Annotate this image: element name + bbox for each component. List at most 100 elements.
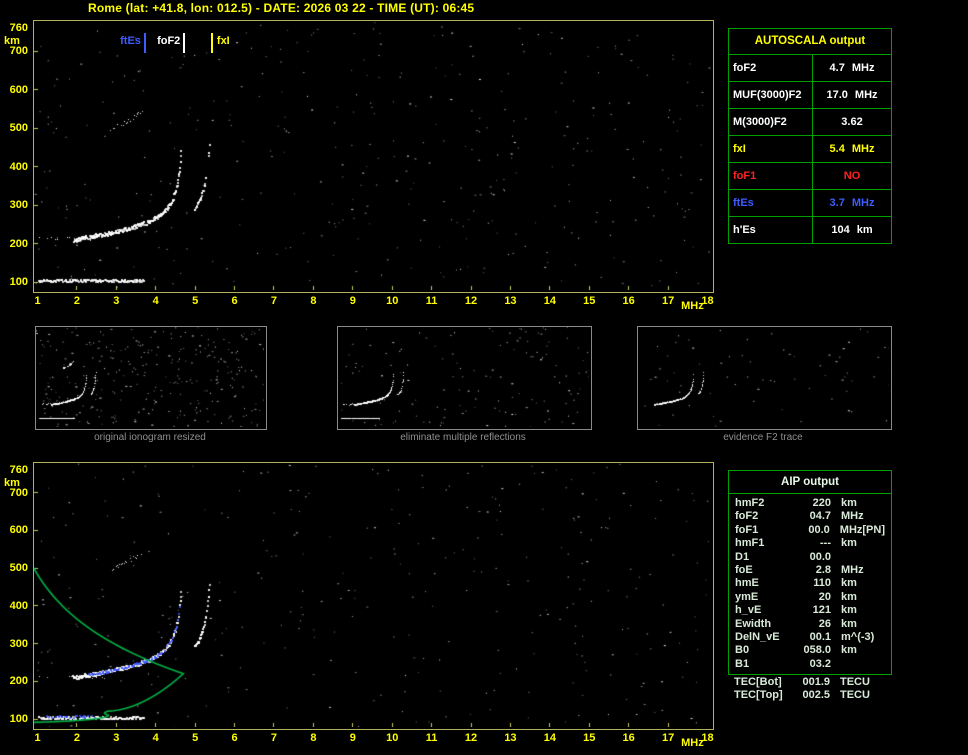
ftes-marker-line <box>144 33 146 53</box>
x-axis-label: 1 <box>27 732 49 744</box>
aip-row: hmF1---km <box>729 537 891 550</box>
aip-row: DelN_vE00.1m^(-3) <box>729 631 891 644</box>
x-axis-label: 12 <box>460 295 482 307</box>
aip-param: Ewidth <box>735 618 795 631</box>
aip-param: foF1 <box>735 524 794 537</box>
y-axis-label: 760 <box>2 464 28 476</box>
x-axis-label: 16 <box>618 295 640 307</box>
aip-unit: km <box>841 604 857 617</box>
autoscala-row: fxI5.4MHz <box>729 136 891 163</box>
y-axis-label: 760 <box>2 22 28 34</box>
x-axis-label: 7 <box>263 295 285 307</box>
aip-row: Ewidth26km <box>729 618 891 631</box>
y-axis-label: 200 <box>2 675 28 687</box>
autoscala-value-unit: MHz <box>852 55 875 81</box>
autoscala-param: fxI <box>729 136 813 162</box>
fxi-marker-label: fxI <box>217 35 230 47</box>
x-axis-label: 14 <box>539 732 561 744</box>
aip-row: h_vE121 km <box>729 604 891 617</box>
x-axis-label: 17 <box>657 732 679 744</box>
autoscala-value: 104km <box>813 217 891 243</box>
aip-value: 220 <box>795 497 831 510</box>
top-ionogram-plot <box>33 20 714 293</box>
aip-unit: MHz <box>841 564 864 577</box>
autoscala-value-number: 3.7 <box>830 190 845 216</box>
aip-param: hmF2 <box>735 497 795 510</box>
autoscala-rows: foF24.7MHzMUF(3000)F217.0MHzM(3000)F23.6… <box>729 55 891 243</box>
aip-value: 26 <box>795 618 831 631</box>
autoscala-param: foF2 <box>729 55 813 81</box>
thumbnail-f2-trace-canvas <box>638 327 889 427</box>
autoscala-value: 3.7 MHz <box>813 190 891 216</box>
aip-row: foF204.7MHz <box>729 510 891 523</box>
y-axis-label: 400 <box>2 161 28 173</box>
aip-unit: TECU <box>840 689 870 702</box>
x-axis-label: 14 <box>539 295 561 307</box>
autoscala-row: h'Es104km <box>729 217 891 243</box>
aip-param: B0 <box>735 644 795 657</box>
aip-value: 04.7 <box>795 510 831 523</box>
autoscala-value-number: 17.0 <box>826 82 847 108</box>
aip-unit: km <box>841 537 857 550</box>
x-axis-label: 10 <box>381 732 403 744</box>
x-axis-label: 7 <box>263 732 285 744</box>
x-axis-label: 15 <box>578 295 600 307</box>
thumbnail-f2-trace <box>637 326 892 430</box>
autoscala-value: 3.62 <box>813 109 891 135</box>
aip-param: TEC[Bot] <box>734 676 794 689</box>
axis-unit-km: km <box>4 35 20 47</box>
aip-param: foE <box>735 564 795 577</box>
x-axis-label: 16 <box>618 732 640 744</box>
autoscala-output-table: AUTOSCALA output foF24.7MHzMUF(3000)F217… <box>728 28 892 244</box>
autoscala-value-number: 3.62 <box>841 109 862 135</box>
aip-row: foF100.0MHz[PN] <box>729 524 891 537</box>
x-axis-label: 3 <box>105 295 127 307</box>
aip-rows: hmF2220kmfoF204.7MHzfoF100.0MHz[PN]hmF1-… <box>729 497 891 671</box>
aip-value: 00.0 <box>794 524 830 537</box>
aip-param: hmF1 <box>735 537 795 550</box>
aip-value: 001.9 <box>794 676 830 689</box>
autoscala-screen: Rome (lat: +41.8, lon: 012.5) - DATE: 20… <box>0 0 968 755</box>
y-axis-label: 400 <box>2 600 28 612</box>
x-axis-label: 6 <box>224 295 246 307</box>
y-axis-label: 100 <box>2 713 28 725</box>
aip-value: 058.0 <box>795 644 831 657</box>
y-axis-label: 100 <box>2 276 28 288</box>
aip-row: B103.2 <box>729 658 891 671</box>
autoscala-param: h'Es <box>729 217 813 243</box>
x-axis-label: 15 <box>578 732 600 744</box>
aip-value: 00.0 <box>795 551 831 564</box>
aip-row: ymE20km <box>729 591 891 604</box>
page-title: Rome (lat: +41.8, lon: 012.5) - DATE: 20… <box>88 1 474 15</box>
autoscala-value-number: 4.7 <box>830 55 845 81</box>
autoscala-value-unit: MHz <box>855 82 878 108</box>
aip-tec-rows: TEC[Bot]001.9TECUTEC[Top]002.5TECU <box>728 676 890 703</box>
fxi-marker-line <box>211 33 213 53</box>
aip-unit: TECU <box>840 676 870 689</box>
autoscala-row: foF2 4.7 MHz <box>729 55 891 82</box>
aip-note: [PN] <box>862 524 885 537</box>
autoscala-row: M(3000)F2 3.62 <box>729 109 891 136</box>
aip-value: 121 <box>795 604 831 617</box>
autoscala-param: M(3000)F2 <box>729 109 813 135</box>
x-axis-label: 3 <box>105 732 127 744</box>
autoscala-row: MUF(3000)F217.0MHz <box>729 82 891 109</box>
aip-output-table: AIP output hmF2220kmfoF204.7MHzfoF100.0M… <box>728 470 892 675</box>
ftes-marker-label: ftEs <box>120 35 141 47</box>
aip-param: ymE <box>735 591 795 604</box>
axis-unit-km: km <box>4 477 20 489</box>
x-axis-label: 4 <box>145 295 167 307</box>
fof2-marker-label: foF2 <box>157 35 180 47</box>
x-axis-label: 10 <box>381 295 403 307</box>
aip-unit: km <box>841 591 857 604</box>
fof2-marker-line <box>183 33 185 53</box>
thumbnail-multiple-reflections <box>337 326 592 430</box>
x-axis-label: 2 <box>66 295 88 307</box>
autoscala-value-unit: MHz <box>852 190 875 216</box>
x-axis-label: 13 <box>499 295 521 307</box>
x-axis-label: 11 <box>421 295 443 307</box>
autoscala-param: ftEs <box>729 190 813 216</box>
bottom-ionogram-plot <box>33 462 714 730</box>
aip-param: h_vE <box>735 604 795 617</box>
autoscala-value-number: 5.4 <box>830 136 845 162</box>
